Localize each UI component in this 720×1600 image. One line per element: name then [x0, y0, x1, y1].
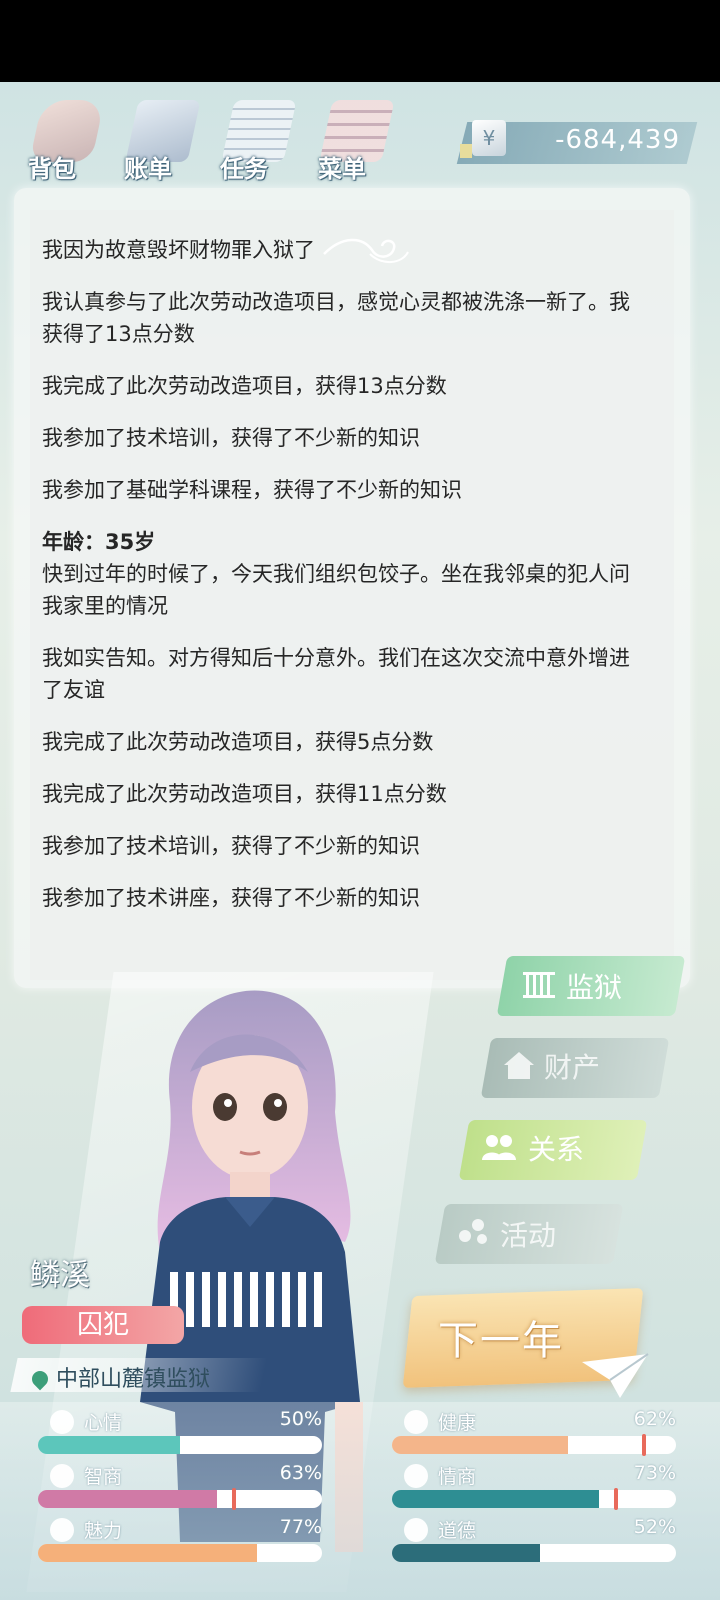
people-icon — [482, 1135, 516, 1160]
stat-bar-fill — [38, 1544, 257, 1562]
stat-marker — [614, 1488, 618, 1510]
stat-health: 健康 62% — [392, 1408, 682, 1456]
log-entry: 我因为故意毁坏财物罪入狱了 — [42, 238, 315, 262]
yen-icon: ¥ — [472, 120, 506, 156]
log-entry: 我参加了技术培训，获得了不少新的知识 — [42, 426, 420, 450]
stat-name: 情商 — [438, 1466, 477, 1488]
stat-name: 智商 — [84, 1466, 123, 1488]
stat-bar — [392, 1544, 676, 1562]
log-entry: 我认真参与了此次劳动改造项目，感觉心灵都被洗涤一新了。我获得了13点分数 — [42, 290, 630, 346]
activity-icon — [459, 1219, 487, 1244]
stat-eq: 情商 73% — [392, 1462, 682, 1510]
prison-icon — [523, 972, 555, 998]
stat-value: 73% — [633, 1462, 676, 1484]
next-year-label: 下一年 — [438, 1318, 564, 1364]
task-label: 任务 — [220, 155, 268, 183]
house-icon — [504, 1052, 534, 1079]
bill-button[interactable]: 账单 — [110, 90, 201, 186]
stat-value: 50% — [279, 1408, 322, 1430]
stat-name: 心情 — [84, 1412, 123, 1434]
stat-mood: 心情 50% — [38, 1408, 328, 1456]
stat-value: 77% — [279, 1516, 322, 1538]
stat-bar — [38, 1544, 322, 1562]
stats-panel: 心情 50% 健康 62% 智商 63% 情商 73% 魅力 77% 道德 52… — [0, 1402, 720, 1600]
stat-marker — [232, 1488, 236, 1510]
stat-bar — [392, 1436, 676, 1454]
smile-icon — [50, 1410, 74, 1434]
character-name: 鳞溪 — [30, 1258, 90, 1293]
age-heading: 年龄：35岁 — [42, 530, 156, 554]
backpack-label: 背包 — [28, 155, 76, 183]
money-value: -684,439 — [555, 125, 680, 155]
game-scene: 背包 账单 任务 菜单 ¥ -684,439 我因为故意毁坏财物罪入狱了 我认真… — [0, 82, 720, 1600]
location-name: 中部山麓镇监狱 — [56, 1367, 211, 1392]
stat-marker — [642, 1434, 646, 1456]
role-badge: 囚犯 — [22, 1306, 184, 1344]
stat-bar-fill — [392, 1544, 540, 1562]
coin-icon — [460, 144, 472, 158]
stat-morality: 道德 52% — [392, 1516, 682, 1564]
stat-name: 道德 — [438, 1520, 477, 1542]
backpack-button[interactable]: 背包 — [14, 90, 105, 186]
log-entry: 我参加了基础学科课程，获得了不少新的知识 — [42, 478, 462, 502]
sparkle-icon — [50, 1518, 74, 1542]
paper-plane-icon — [582, 1353, 649, 1398]
stat-value: 62% — [633, 1408, 676, 1430]
activity-label: 活动 — [500, 1219, 557, 1252]
stat-bar — [38, 1436, 322, 1454]
heart-icon — [404, 1410, 428, 1434]
stat-bar — [392, 1490, 676, 1508]
scale-icon — [404, 1518, 428, 1542]
stat-bar-fill — [38, 1490, 217, 1508]
stat-value: 52% — [633, 1516, 676, 1538]
task-button[interactable]: 任务 — [206, 90, 297, 186]
bulb-icon — [50, 1464, 74, 1488]
menu-button[interactable]: 菜单 — [304, 90, 395, 186]
log-entry: 快到过年的时候了，今天我们组织包饺子。坐在我邻桌的犯人问我家里的情况 — [42, 562, 630, 618]
location-label[interactable]: 中部山麓镇监狱 — [28, 1361, 211, 1393]
stat-name: 健康 — [438, 1412, 477, 1434]
menu-label: 菜单 — [318, 155, 366, 183]
relationship-label: 关系 — [528, 1133, 585, 1166]
log-entry: 我参加了技术讲座，获得了不少新的知识 — [42, 886, 420, 910]
location-pin-icon — [28, 1367, 52, 1391]
stat-bar-fill — [392, 1436, 569, 1454]
stat-charm: 魅力 77% — [38, 1516, 328, 1564]
stat-bar — [38, 1490, 322, 1508]
stat-bar-fill — [38, 1436, 180, 1454]
bill-label: 账单 — [124, 155, 172, 183]
top-bar: 背包 账单 任务 菜单 ¥ -684,439 — [0, 82, 720, 192]
event-log-list: 我因为故意毁坏财物罪入狱了 我认真参与了此次劳动改造项目，感觉心灵都被洗涤一新了… — [42, 234, 642, 934]
log-entry: 我参加了技术培训，获得了不少新的知识 — [42, 834, 420, 858]
stat-iq: 智商 63% — [38, 1462, 328, 1510]
property-label: 财产 — [544, 1051, 601, 1084]
stat-value: 63% — [279, 1462, 322, 1484]
log-entry: 我完成了此次劳动改造项目，获得13点分数 — [42, 374, 447, 398]
prison-label: 监狱 — [566, 971, 623, 1004]
stat-bar-fill — [392, 1490, 600, 1508]
log-entry: 我完成了此次劳动改造项目，获得5点分数 — [42, 730, 434, 754]
stat-name: 魅力 — [84, 1520, 123, 1542]
log-entry: 我完成了此次劳动改造项目，获得11点分数 — [42, 782, 447, 806]
log-entry: 我如实告知。对方得知后十分意外。我们在这次交流中意外增进了友谊 — [42, 646, 630, 702]
apple-icon — [404, 1464, 428, 1488]
